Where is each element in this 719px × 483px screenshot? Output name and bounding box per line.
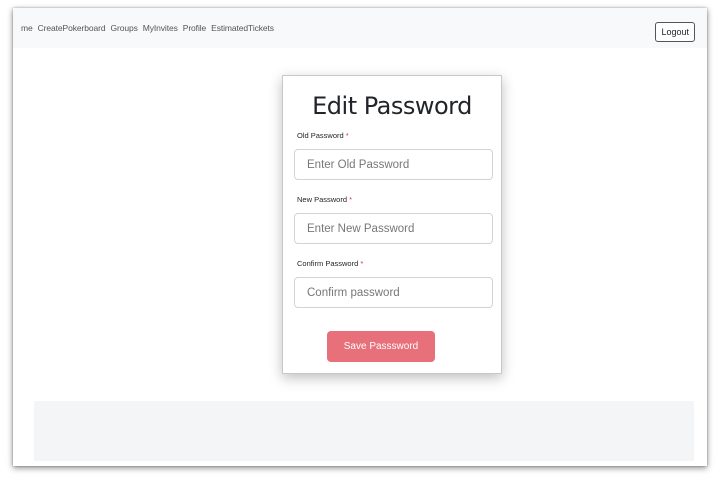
nav-link-create-pokerboard[interactable]: CreatePokerboard (38, 23, 106, 33)
confirm-password-input[interactable] (294, 277, 493, 308)
new-password-label-text: New Password (297, 195, 348, 204)
required-marker: * (345, 131, 349, 140)
browser-frame: me CreatePokerboard Groups MyInvites Pro… (13, 8, 707, 466)
confirm-password-label: Confirm Password * (297, 259, 363, 268)
new-password-input[interactable] (294, 213, 493, 244)
page-title: Edit Password (312, 92, 472, 120)
nav-link-profile[interactable]: Profile (183, 23, 207, 33)
footer (34, 401, 694, 461)
nav-link-estimated-tickets[interactable]: EstimatedTickets (211, 23, 274, 33)
required-marker: * (349, 195, 353, 204)
logout-button[interactable]: Logout (655, 22, 695, 42)
save-password-button[interactable]: Save Passsword (327, 331, 435, 362)
old-password-input[interactable] (294, 149, 493, 180)
new-password-label: New Password * (297, 195, 352, 204)
edit-password-card: Edit Password Old Password * New Passwor… (282, 75, 502, 374)
old-password-label: Old Password * (297, 131, 349, 140)
old-password-label-text: Old Password (297, 131, 344, 140)
nav-link-groups[interactable]: Groups (110, 23, 137, 33)
nav-link-home[interactable]: me (21, 23, 33, 33)
required-marker: * (360, 259, 364, 268)
top-navbar: me CreatePokerboard Groups MyInvites Pro… (13, 8, 707, 48)
confirm-password-label-text: Confirm Password (297, 259, 359, 268)
nav-link-my-invites[interactable]: MyInvites (143, 23, 178, 33)
nav-links: me CreatePokerboard Groups MyInvites Pro… (21, 8, 274, 48)
